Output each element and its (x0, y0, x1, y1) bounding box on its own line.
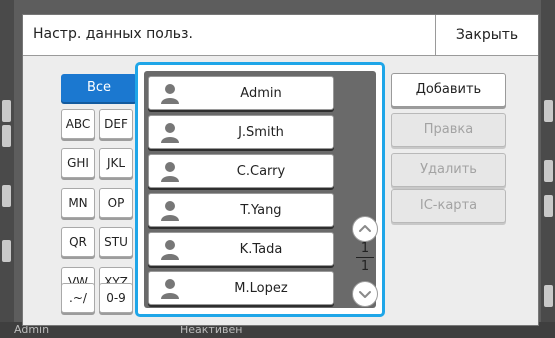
filter-ghi-button[interactable]: GHI (61, 148, 95, 178)
user-name: T.Yang (240, 203, 282, 218)
page-total: 1 (360, 259, 370, 274)
user-name: K.Tada (239, 242, 283, 257)
user-row-admin[interactable]: Admin (148, 76, 334, 110)
background-tab (544, 195, 553, 217)
user-icon (161, 201, 179, 221)
ic-card-button[interactable]: IC-карта (391, 189, 506, 223)
scroll-up-button[interactable] (352, 216, 378, 242)
filter-abc-button[interactable]: ABC (61, 109, 95, 139)
user-row-mlopez[interactable]: M.Lopez (148, 271, 334, 305)
filter-mn-button[interactable]: MN (61, 188, 95, 218)
filter-def-button[interactable]: DEF (99, 109, 133, 139)
background-tab (2, 240, 11, 262)
background-tab (544, 100, 553, 122)
background-tab (2, 125, 11, 147)
user-row-ccarry[interactable]: C.Carry (148, 154, 334, 188)
background-left-strip (0, 0, 14, 338)
background-right-strip (541, 0, 555, 338)
user-row-tyang[interactable]: T.Yang (148, 193, 334, 227)
delete-button[interactable]: Удалить (391, 153, 506, 187)
user-icon (161, 279, 179, 299)
user-list-panel: Admin J.Smith C.Carry T.Yang K.Tada M.Lo… (135, 62, 385, 317)
filter-all-button[interactable]: Все (61, 74, 137, 102)
scroll-down-button[interactable] (352, 281, 378, 307)
user-icon (161, 162, 179, 182)
user-name: J.Smith (238, 125, 284, 140)
dialog-title: Настр. данных польз. (33, 26, 193, 42)
page-divider (356, 257, 374, 258)
filter-symbols-button[interactable]: .~/ (61, 283, 95, 313)
filter-stu-button[interactable]: STU (99, 227, 133, 257)
user-settings-dialog: Настр. данных польз. Закрыть Все ABC DEF… (22, 14, 539, 326)
filter-op-button[interactable]: OP (99, 188, 133, 218)
dialog-titlebar: Настр. данных польз. Закрыть (23, 15, 538, 56)
user-name: C.Carry (236, 164, 286, 179)
user-name: M.Lopez (234, 281, 288, 296)
user-icon (161, 123, 179, 143)
edit-button[interactable]: Правка (391, 113, 506, 147)
page-current: 1 (360, 241, 370, 256)
filter-digits-button[interactable]: 0-9 (99, 283, 133, 313)
chevron-down-icon (359, 291, 371, 298)
close-button[interactable]: Закрыть (435, 15, 538, 55)
add-button[interactable]: Добавить (391, 73, 506, 107)
background-tab (2, 185, 11, 207)
background-tab (2, 100, 11, 122)
user-icon (161, 240, 179, 260)
user-icon (161, 84, 179, 104)
user-row-jsmith[interactable]: J.Smith (148, 115, 334, 149)
background-tab (544, 160, 553, 182)
chevron-up-icon (359, 225, 371, 232)
user-row-ktada[interactable]: K.Tada (148, 232, 334, 266)
page-indicator: 1 1 (355, 241, 375, 274)
filter-qr-button[interactable]: QR (61, 227, 95, 257)
filter-jkl-button[interactable]: JKL (99, 148, 133, 178)
user-list: Admin J.Smith C.Carry T.Yang K.Tada M.Lo… (144, 71, 376, 308)
background-tab (544, 285, 553, 307)
user-name: Admin (240, 86, 282, 101)
